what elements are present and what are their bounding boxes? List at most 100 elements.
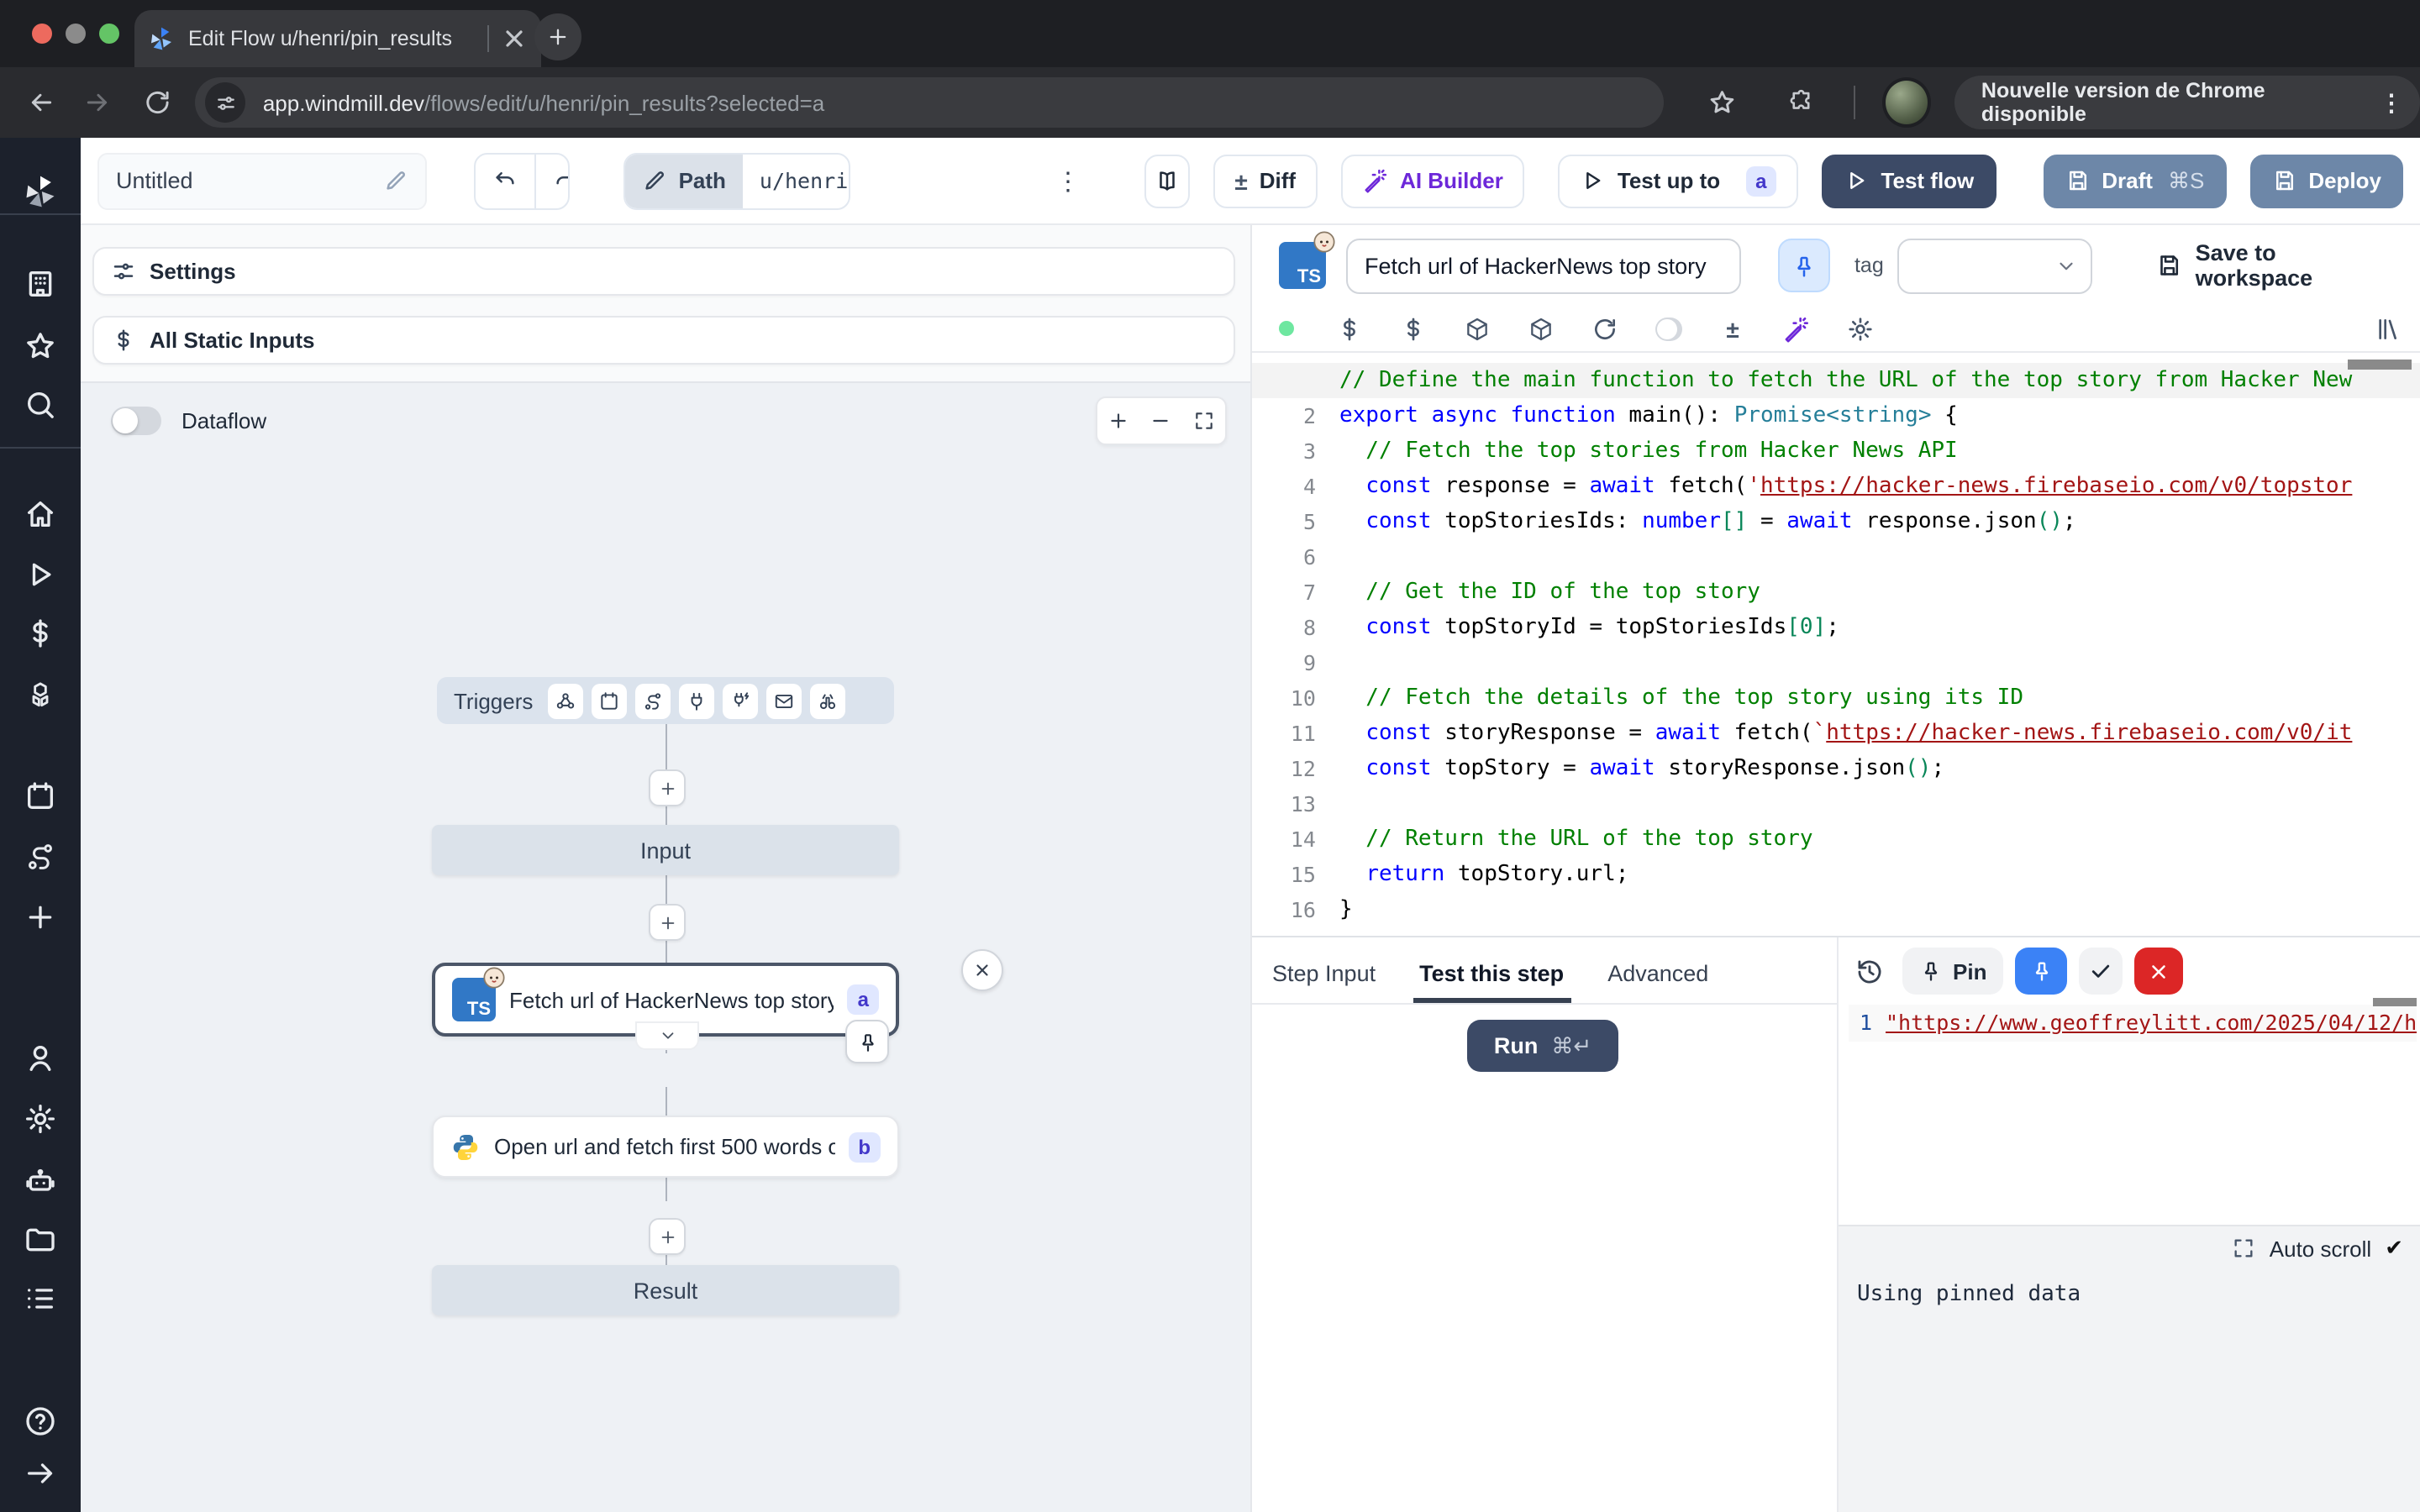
- schedule-icon[interactable]: [592, 683, 627, 718]
- gear-icon[interactable]: [1847, 315, 1874, 342]
- test-up-to-button[interactable]: Test up to a: [1559, 154, 1799, 207]
- auto-scroll-control[interactable]: Auto scroll ✔: [2233, 1235, 2403, 1262]
- windmill-logo[interactable]: [22, 173, 59, 210]
- webhook-icon[interactable]: [548, 683, 583, 718]
- sidebar-robot-icon[interactable]: [24, 1164, 57, 1198]
- code-line[interactable]: }: [1339, 892, 2420, 927]
- poll-icon[interactable]: [810, 683, 845, 718]
- back-icon[interactable]: [27, 87, 56, 118]
- tab-step-input[interactable]: Step Input: [1272, 961, 1376, 1003]
- code-line[interactable]: return topStory.url;: [1339, 857, 2420, 892]
- add-step-button[interactable]: [649, 769, 686, 806]
- fit-view-icon[interactable]: [1193, 410, 1215, 432]
- diff-pm-icon[interactable]: ±: [1719, 315, 1746, 342]
- code-line[interactable]: // Get the ID of the top story: [1339, 575, 2420, 610]
- window-minimize-button[interactable]: [66, 24, 86, 44]
- extensions-icon[interactable]: [1787, 87, 1817, 118]
- draft-button[interactable]: Draft ⌘S: [2043, 154, 2226, 207]
- library-icon[interactable]: [2375, 315, 2402, 342]
- code-line[interactable]: const storyResponse = await fetch(`https…: [1339, 716, 2420, 751]
- delete-step-button[interactable]: [961, 949, 1003, 991]
- reload-icon[interactable]: [1591, 315, 1618, 342]
- site-settings-icon[interactable]: [206, 82, 246, 123]
- sidebar-route-icon[interactable]: [24, 840, 57, 874]
- sidebar-person-icon[interactable]: [24, 1042, 57, 1075]
- triggers-node[interactable]: Triggers: [437, 677, 894, 724]
- step-title-input[interactable]: Fetch url of HackerNews top story: [1346, 238, 1741, 293]
- kebab-menu-icon[interactable]: ⋮: [2380, 88, 2403, 117]
- accept-button[interactable]: [2079, 948, 2123, 995]
- more-options-icon[interactable]: ⋮: [1055, 165, 1081, 196]
- sidebar-plus-icon[interactable]: [24, 900, 57, 934]
- sidebar-list-icon[interactable]: [24, 1282, 57, 1315]
- code-line[interactable]: const topStoriesIds: number[] = await re…: [1339, 504, 2420, 539]
- sidebar-building-icon[interactable]: [24, 267, 57, 301]
- pin-toggle-button[interactable]: [1778, 239, 1831, 292]
- pinned-active-button[interactable]: [2015, 948, 2067, 995]
- tab-close-icon[interactable]: [501, 25, 528, 52]
- sidebar-cubes-icon[interactable]: [24, 679, 57, 712]
- sidebar-play-icon[interactable]: [24, 558, 57, 591]
- redo-button[interactable]: [536, 154, 569, 207]
- input-node[interactable]: Input: [432, 825, 899, 875]
- history-icon[interactable]: [1855, 957, 1884, 985]
- settings-bar[interactable]: Settings: [92, 247, 1235, 296]
- tab-test-this-step[interactable]: Test this step: [1419, 961, 1564, 1003]
- address-bar[interactable]: app.windmill.dev/flows/edit/u/henri/pin_…: [196, 77, 1664, 128]
- code-line[interactable]: // Return the URL of the top story: [1339, 822, 2420, 857]
- flow-step-b[interactable]: Open url and fetch first 500 words of ..…: [432, 1116, 899, 1178]
- code-line[interactable]: // Fetch the details of the top story us…: [1339, 680, 2420, 716]
- close-pinned-button[interactable]: [2134, 948, 2183, 995]
- code-editor[interactable]: 12345678910111213141516 // Define the ma…: [1252, 360, 2420, 927]
- result-node[interactable]: Result: [432, 1265, 899, 1315]
- http-route-icon[interactable]: [635, 683, 671, 718]
- sidebar-search-icon[interactable]: [24, 388, 57, 422]
- path-group[interactable]: Path u/henri/pin: [623, 152, 850, 209]
- forward-icon[interactable]: [83, 87, 113, 118]
- code-line[interactable]: [1339, 786, 2420, 822]
- all-static-inputs-bar[interactable]: All Static Inputs: [92, 316, 1235, 365]
- window-close-button[interactable]: [32, 24, 52, 44]
- code-line[interactable]: [1339, 539, 2420, 575]
- browser-tab[interactable]: Edit Flow u/henri/pin_results: [134, 10, 541, 67]
- add-step-button[interactable]: [649, 1218, 686, 1255]
- sidebar-dollar-icon[interactable]: [24, 617, 57, 650]
- undo-button[interactable]: [476, 154, 536, 207]
- code-line[interactable]: // Define the main function to fetch the…: [1339, 363, 2420, 398]
- dataflow-toggle[interactable]: [111, 407, 161, 435]
- window-zoom-button[interactable]: [99, 24, 119, 44]
- add-step-button[interactable]: [649, 904, 686, 941]
- code-line[interactable]: export async function main(): Promise<st…: [1339, 398, 2420, 433]
- save-to-workspace-button[interactable]: Save to workspace: [2155, 240, 2395, 291]
- flow-canvas[interactable]: Dataflow Triggers Input: [81, 381, 1250, 1512]
- sidebar-help-icon[interactable]: [24, 1404, 57, 1438]
- sidebar-star-icon[interactable]: [24, 329, 57, 363]
- diff-button[interactable]: ±Diff: [1213, 154, 1318, 207]
- zoom-out-icon[interactable]: [1150, 410, 1172, 432]
- sidebar-home-icon[interactable]: [24, 497, 57, 531]
- profile-avatar[interactable]: [1881, 77, 1930, 128]
- pinned-data-editor[interactable]: 1"https://www.geoffreylitt.com/2025/04/1…: [1849, 1005, 2417, 1042]
- toggle-off[interactable]: [1655, 315, 1682, 342]
- test-flow-button[interactable]: Test flow: [1823, 154, 1996, 207]
- package-icon[interactable]: [1464, 315, 1491, 342]
- sidebar-arrow-right-icon[interactable]: [24, 1457, 57, 1490]
- code-line[interactable]: const topStory = await storyResponse.jso…: [1339, 751, 2420, 786]
- code-line[interactable]: const topStoryId = topStoriesIds[0];: [1339, 610, 2420, 645]
- pin-button[interactable]: Pin: [1902, 948, 2003, 995]
- run-button[interactable]: Run ⌘↵: [1467, 1020, 1618, 1072]
- sidebar-calendar-icon[interactable]: [24, 780, 57, 813]
- bookmark-star-icon[interactable]: [1707, 87, 1737, 118]
- new-tab-button[interactable]: [534, 13, 581, 60]
- chrome-update-button[interactable]: Nouvelle version de Chrome disponible ⋮: [1954, 76, 2420, 129]
- wand-icon[interactable]: [1783, 315, 1810, 342]
- reload-icon[interactable]: [143, 87, 172, 118]
- tag-select[interactable]: [1897, 238, 2092, 293]
- deploy-button[interactable]: Deploy: [2249, 154, 2403, 207]
- code-line[interactable]: const response = await fetch('https://ha…: [1339, 469, 2420, 504]
- step-pin-badge[interactable]: [845, 1020, 889, 1063]
- sidebar-gear-icon[interactable]: [24, 1102, 57, 1136]
- dollar-icon[interactable]: [1336, 315, 1363, 342]
- websocket-icon[interactable]: [679, 683, 714, 718]
- code-line[interactable]: // Fetch the top stories from Hacker New…: [1339, 433, 2420, 469]
